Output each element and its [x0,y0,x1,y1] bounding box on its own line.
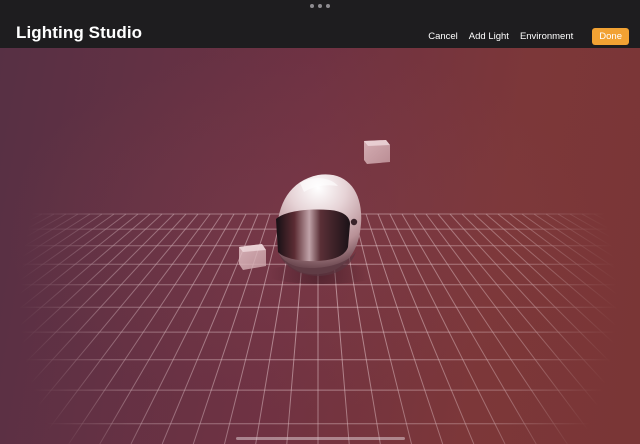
grid-line [449,213,640,423]
grid-line [353,213,412,444]
grid-line [0,213,115,296]
grid-line [485,213,640,347]
grid-line [37,213,211,444]
environment-button[interactable]: Environment [520,31,573,42]
light-cube-left[interactable] [239,244,266,270]
grid-line [389,213,506,444]
grid-line [461,213,640,393]
grid-line [0,213,187,418]
home-indicator [236,437,405,440]
grid-line [130,213,247,444]
toolbar-actions: Cancel Add Light Environment Done [417,27,629,45]
done-button[interactable]: Done [592,27,629,45]
grid-line [0,213,91,272]
grid-line [0,213,67,253]
grid-line [99,213,235,444]
grid-line [68,213,223,444]
grid-line [545,213,640,274]
grid-line [365,213,444,444]
grid-line [605,213,640,232]
grid-line [0,213,55,245]
light-cube-top[interactable] [364,140,390,164]
3d-viewport[interactable] [0,48,640,444]
grid-line [0,213,151,344]
top-bar: Lighting Studio Cancel Add Light Environ… [0,0,640,48]
more-dots-icon[interactable] [310,3,330,9]
cancel-button[interactable]: Cancel [428,31,458,42]
grid-line [521,213,640,298]
grid-line [0,213,79,262]
grid-line [401,213,537,444]
grid-line [425,213,599,444]
grid-line [533,213,640,286]
grid-line [413,213,568,444]
grid-line [0,213,31,230]
helmet-model[interactable] [276,174,362,276]
add-light-button[interactable]: Add Light [469,31,509,42]
grid-line [629,213,640,220]
page-title: Lighting Studio [16,23,143,42]
grid-line [377,213,475,444]
grid-line [497,213,640,329]
scene-canvas[interactable] [0,48,640,444]
